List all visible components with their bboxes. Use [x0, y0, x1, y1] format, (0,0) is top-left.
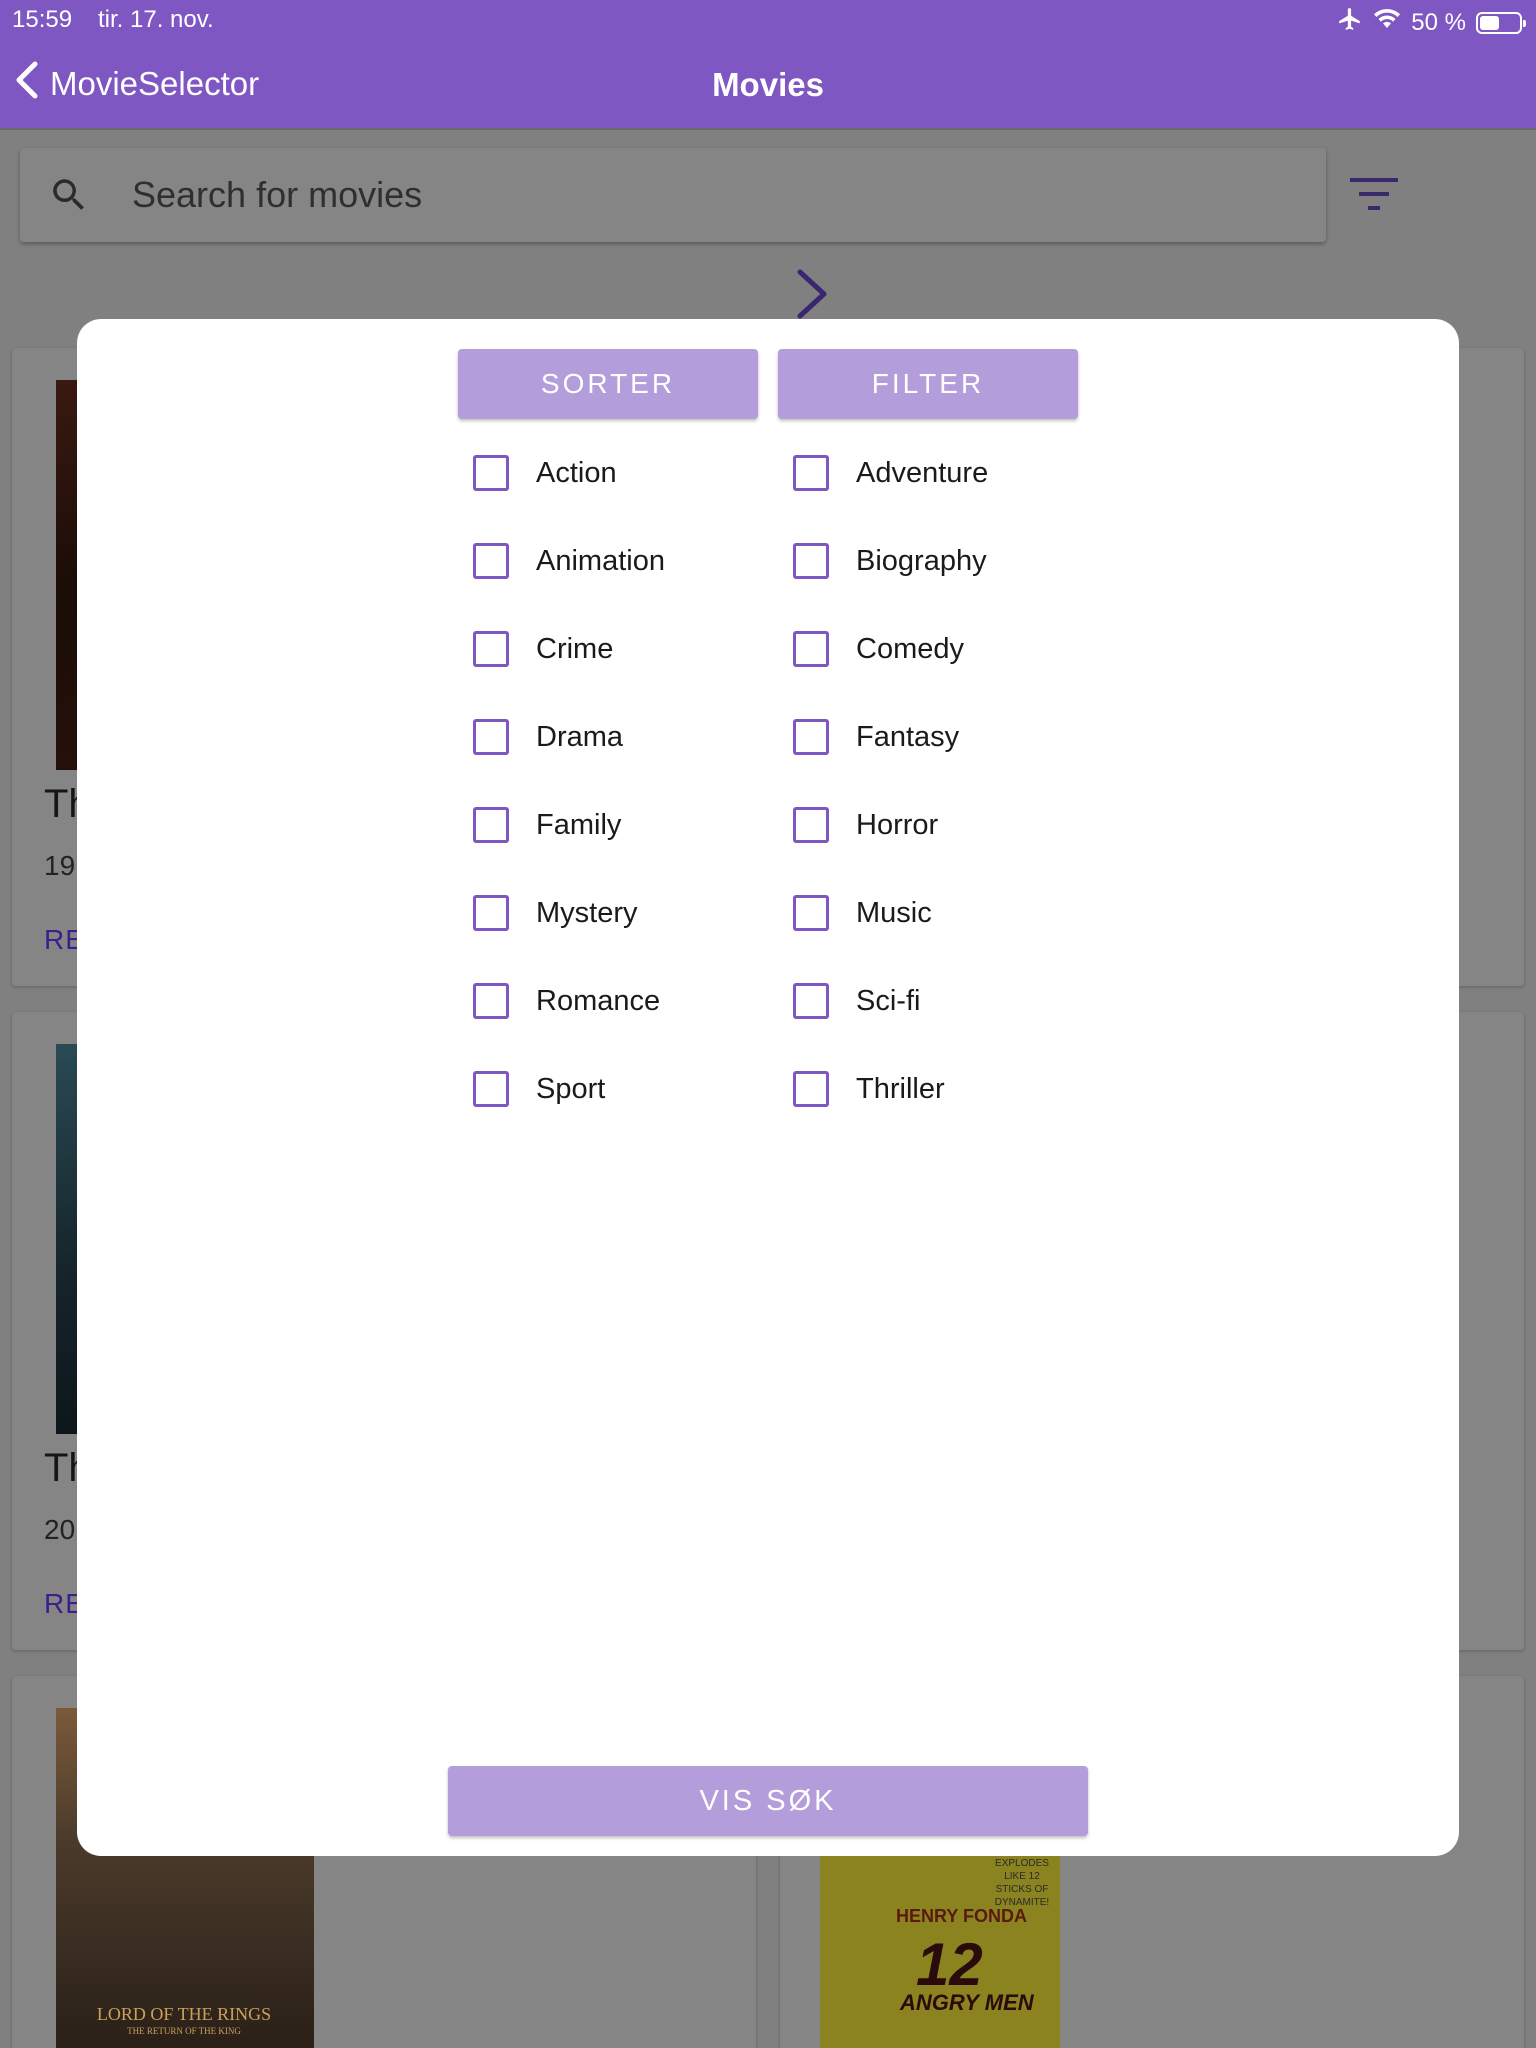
checkbox[interactable] — [793, 807, 829, 843]
airplane-icon — [1337, 6, 1363, 39]
genre-checkbox-sport[interactable]: Sport — [473, 1069, 605, 1109]
checkbox[interactable] — [473, 543, 509, 579]
checkbox[interactable] — [793, 895, 829, 931]
genre-checkbox-mystery[interactable]: Mystery — [473, 893, 638, 933]
genre-checkbox-adventure[interactable]: Adventure — [793, 453, 988, 493]
genre-label: Action — [536, 456, 617, 489]
app-bar: 15:59 tir. 17. nov. 50 % MovieSelector M… — [0, 0, 1536, 128]
wifi-icon — [1373, 8, 1401, 37]
poster-subtitle: THE RETURN OF THE KING — [127, 2026, 241, 2036]
genre-checkbox-biography[interactable]: Biography — [793, 541, 987, 581]
checkbox[interactable] — [793, 543, 829, 579]
checkbox[interactable] — [793, 631, 829, 667]
genre-label: Mystery — [536, 896, 638, 929]
sort-button[interactable]: SORTER — [458, 349, 758, 419]
genre-checkbox-sci-fi[interactable]: Sci-fi — [793, 981, 920, 1021]
battery-fill — [1480, 15, 1499, 30]
search-input[interactable] — [132, 172, 1282, 218]
checkbox[interactable] — [473, 895, 509, 931]
status-right: 50 % — [1337, 6, 1526, 39]
genre-checkbox-music[interactable]: Music — [793, 893, 932, 933]
checkbox[interactable] — [793, 983, 829, 1019]
checkbox[interactable] — [473, 1071, 509, 1107]
genre-checkbox-horror[interactable]: Horror — [793, 805, 938, 845]
genre-label: Romance — [536, 984, 661, 1017]
status-date: tir. 17. nov. — [98, 6, 214, 33]
checkbox[interactable] — [473, 719, 509, 755]
filter-icon — [1344, 178, 1404, 224]
checkbox[interactable] — [473, 983, 509, 1019]
page-title: Movies — [712, 66, 824, 103]
genre-checkbox-drama[interactable]: Drama — [473, 717, 623, 757]
genre-label: Biography — [856, 544, 987, 577]
filter-dialog: SORTER FILTER Action Animation Crime Dra… — [77, 319, 1459, 1856]
genre-checkbox-animation[interactable]: Animation — [473, 541, 665, 581]
genre-label: Thriller — [856, 1072, 945, 1105]
genre-checkbox-action[interactable]: Action — [473, 453, 617, 493]
status-time: 15:59 — [12, 6, 73, 33]
checkbox[interactable] — [473, 455, 509, 491]
checkbox[interactable] — [793, 719, 829, 755]
genre-label: Drama — [536, 720, 624, 753]
genre-label: Fantasy — [856, 720, 960, 753]
genre-label: Sci-fi — [856, 984, 921, 1017]
filter-button[interactable] — [1344, 170, 1404, 220]
checkbox[interactable] — [793, 1071, 829, 1107]
genre-label: Comedy — [856, 632, 964, 665]
genre-checkbox-crime[interactable]: Crime — [473, 629, 613, 669]
genre-label: Music — [856, 896, 932, 929]
battery-icon — [1476, 11, 1526, 34]
genre-checkbox-thriller[interactable]: Thriller — [793, 1069, 945, 1109]
genre-checkbox-family[interactable]: Family — [473, 805, 621, 845]
genre-checkbox-romance[interactable]: Romance — [473, 981, 660, 1021]
genre-label: Horror — [856, 808, 939, 841]
checkbox[interactable] — [793, 455, 829, 491]
genre-label: Sport — [536, 1072, 606, 1105]
show-search-button[interactable]: VIS SØK — [448, 1766, 1088, 1836]
poster-number: 12 — [916, 1931, 983, 1998]
nav-bar: MovieSelector Movies — [0, 50, 1536, 120]
divider — [0, 128, 1536, 130]
search-bar[interactable] — [20, 148, 1326, 242]
next-page-button[interactable] — [790, 268, 836, 325]
search-icon — [48, 174, 90, 221]
movie-year: 19 — [44, 850, 76, 881]
poster-actor: HENRY FONDA — [896, 1906, 1028, 1926]
genre-label: Adventure — [856, 456, 989, 489]
filter-tab-button[interactable]: FILTER — [778, 349, 1078, 419]
movie-year: 20 — [44, 1514, 76, 1545]
genre-label: Animation — [536, 544, 665, 577]
battery-percent: 50 % — [1411, 8, 1466, 36]
poster-title: LORD OF THE RINGS — [96, 2004, 272, 2024]
poster-title: ANGRY MEN — [900, 1990, 1034, 2015]
genre-label: Crime — [536, 632, 614, 665]
genre-checkbox-comedy[interactable]: Comedy — [793, 629, 964, 669]
status-bar: 15:59 tir. 17. nov. 50 % — [0, 0, 1536, 40]
checkbox[interactable] — [473, 631, 509, 667]
checkbox[interactable] — [473, 807, 509, 843]
genre-label: Family — [536, 808, 622, 841]
genre-checkbox-fantasy[interactable]: Fantasy — [793, 717, 959, 757]
